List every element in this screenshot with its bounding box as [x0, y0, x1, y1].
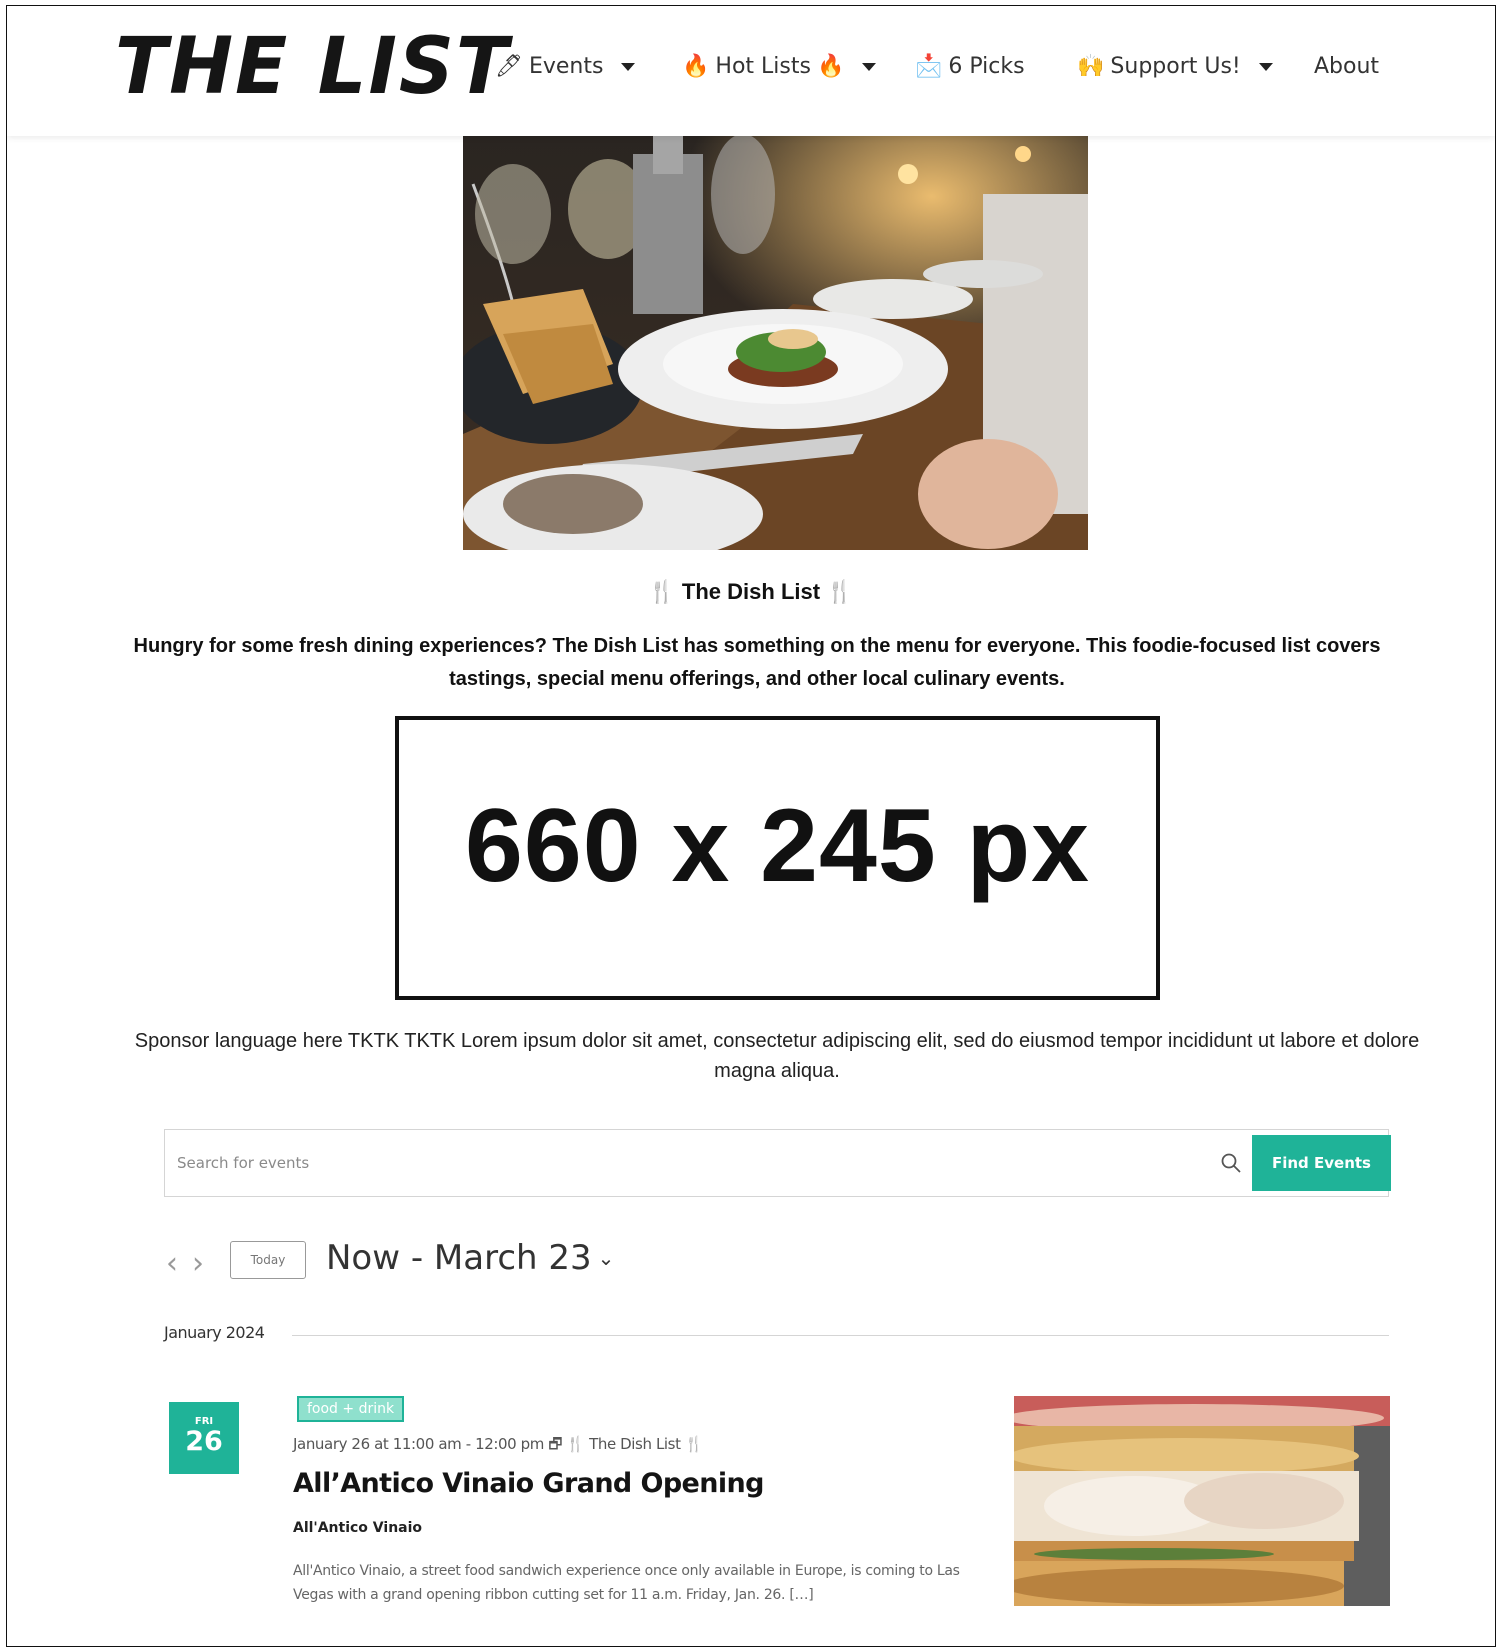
event-image[interactable] — [1014, 1396, 1390, 1606]
nav-support-us-label: Support Us! — [1110, 54, 1241, 79]
list-description: Hungry for some fresh dining experiences… — [133, 635, 1381, 690]
raised-hands-icon: 🙌 — [1077, 54, 1105, 79]
pen-icon: 🖊 — [495, 54, 523, 79]
hero-image — [463, 134, 1088, 550]
prev-arrow-icon[interactable]: ‹ — [166, 1246, 178, 1281]
list-title: 🍴 The Dish List 🍴 — [648, 579, 854, 604]
nav-hot-lists-label: Hot Lists — [715, 54, 811, 79]
today-button[interactable]: Today — [230, 1241, 306, 1279]
caret-down-icon — [862, 62, 877, 71]
main-nav: 🖊 Events 🔥 Hot Lists 🔥 📩 6 Picks 🙌 Suppo… — [7, 54, 1495, 94]
sandwich-photo — [1014, 1396, 1390, 1606]
nav-about-label: About — [1314, 54, 1380, 79]
event-category-tag[interactable]: food + drink — [297, 1396, 405, 1422]
caret-down-icon — [1258, 62, 1273, 71]
month-label: January 2024 — [164, 1323, 265, 1342]
page-frame: THE LIST 🖊 Events 🔥 Hot Lists 🔥 📩 6 Pick… — [6, 5, 1496, 1647]
date-range-picker[interactable]: Now - March 23 ⌄ — [326, 1238, 614, 1278]
nav-events[interactable]: 🖊 Events — [495, 54, 636, 79]
search-icon[interactable] — [1220, 1152, 1242, 1174]
site-header: THE LIST 🖊 Events 🔥 Hot Lists 🔥 📩 6 Pick… — [7, 6, 1495, 136]
month-separator: January 2024 — [164, 1323, 1389, 1353]
find-events-button[interactable]: Find Events — [1252, 1135, 1391, 1191]
dining-table-photo — [463, 134, 1088, 550]
nav-events-label: Events — [528, 54, 604, 79]
search-input[interactable] — [177, 1136, 1177, 1190]
nav-about[interactable]: About — [1314, 54, 1379, 79]
event-search-bar: Find Events — [164, 1129, 1391, 1197]
event-title-link[interactable]: All’Antico Vinaio Grand Opening — [293, 1468, 764, 1499]
date-navigation: ‹ › Today Now - March 23 ⌄ — [164, 1236, 964, 1286]
event-day-number: 26 — [185, 1426, 223, 1457]
date-range-label: Now - March 23 — [326, 1238, 592, 1278]
nav-hot-lists[interactable]: 🔥 Hot Lists 🔥 — [682, 54, 877, 79]
fire-icon: 🔥 — [682, 54, 710, 79]
envelope-icon: 📩 — [915, 54, 943, 79]
nav-support-us[interactable]: 🙌 Support Us! — [1077, 54, 1273, 79]
nav-6-picks-label: 6 Picks — [948, 54, 1025, 79]
caret-down-icon — [621, 62, 636, 71]
nav-6-picks[interactable]: 📩 6 Picks — [915, 54, 1025, 79]
month-divider — [292, 1335, 1389, 1336]
next-arrow-icon[interactable]: › — [192, 1246, 204, 1281]
ad-size-label: 660 x 245 px — [465, 787, 1090, 904]
fire-icon: 🔥 — [816, 54, 845, 79]
event-description: All'Antico Vinaio, a street food sandwic… — [293, 1563, 960, 1603]
sponsor-text: Sponsor language here TKTK TKTK Lorem ip… — [134, 1030, 1420, 1082]
event-date-badge: FRI 26 — [169, 1402, 239, 1474]
event-venue: All'Antico Vinaio — [293, 1520, 423, 1536]
ad-placeholder[interactable]: 660 x 245 px — [395, 716, 1160, 1000]
chevron-down-icon: ⌄ — [597, 1246, 615, 1270]
event-datetime: January 26 at 11:00 am - 12:00 pm 🗗 🍴 Th… — [293, 1435, 704, 1453]
